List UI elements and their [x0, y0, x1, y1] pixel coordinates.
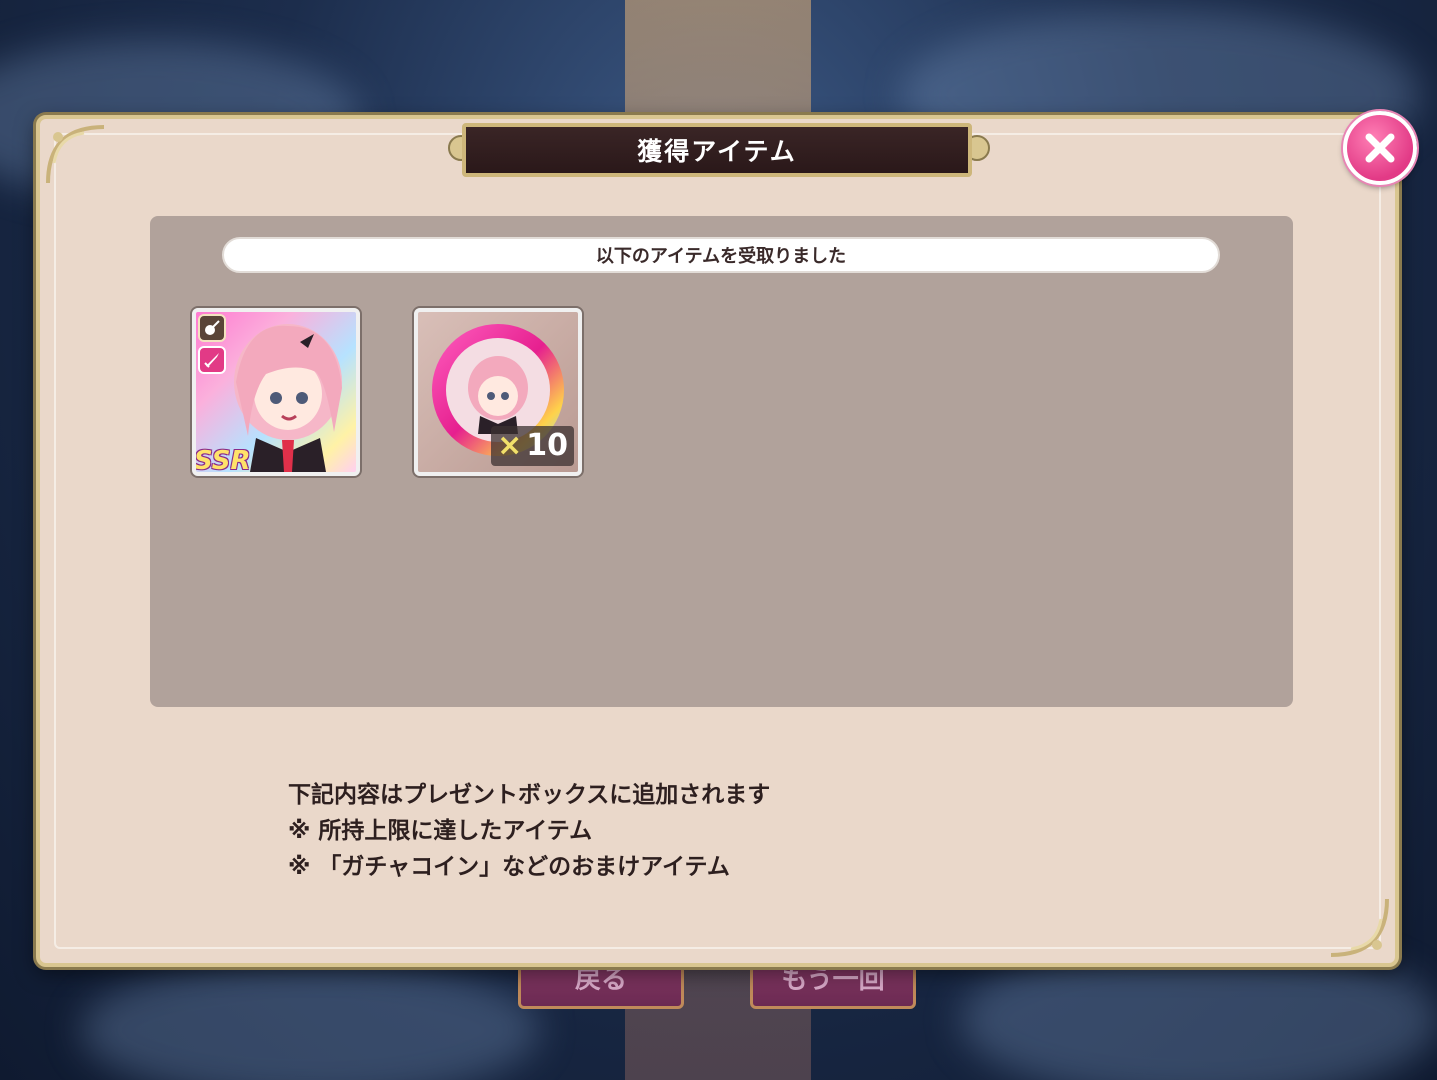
- note-line: ※ 所持上限に達したアイテム: [288, 818, 593, 844]
- received-banner: 以下のアイテムを受取りました: [222, 237, 1220, 273]
- close-button[interactable]: [1343, 111, 1417, 185]
- item-gacha-coin[interactable]: × 10: [414, 308, 582, 476]
- dialog-title: 獲得アイテム: [637, 137, 797, 166]
- acquired-items-dialog: 獲得アイテム 以下のアイテムを受取りました SSR × 10 下記内容はプレゼン…: [36, 115, 1399, 967]
- item-quantity: × 10: [491, 426, 574, 466]
- note-line: ※ 「ガチャコイン」などのおまけアイテム: [288, 854, 730, 880]
- rarity-badge: SSR: [194, 446, 251, 476]
- sword-icon: [198, 346, 226, 374]
- notes-text: 下記内容はプレゼントボックスに追加されます ※ 所持上限に達したアイテム ※ 「…: [288, 777, 770, 885]
- received-message: 以下のアイテムを受取りました: [595, 246, 847, 267]
- item-quantity-value: 10: [526, 428, 568, 463]
- guitar-icon: [198, 314, 226, 342]
- close-icon: [1365, 133, 1395, 163]
- multiply-icon: ×: [497, 428, 523, 463]
- background-cloud: [80, 960, 540, 1080]
- corner-ornament-icon: [1330, 898, 1389, 957]
- game-screen: 戻る もう一回 獲得アイテム 以下のアイテムを受取りました SSR × 10 下…: [0, 0, 1437, 1080]
- corner-ornament-icon: [46, 125, 105, 184]
- items-panel: 以下のアイテムを受取りました SSR × 10: [150, 216, 1293, 707]
- item-ssr-character-card[interactable]: SSR: [192, 308, 360, 476]
- dialog-title-bar: 獲得アイテム: [462, 123, 972, 177]
- note-line: 下記内容はプレゼントボックスに追加されます: [288, 782, 771, 808]
